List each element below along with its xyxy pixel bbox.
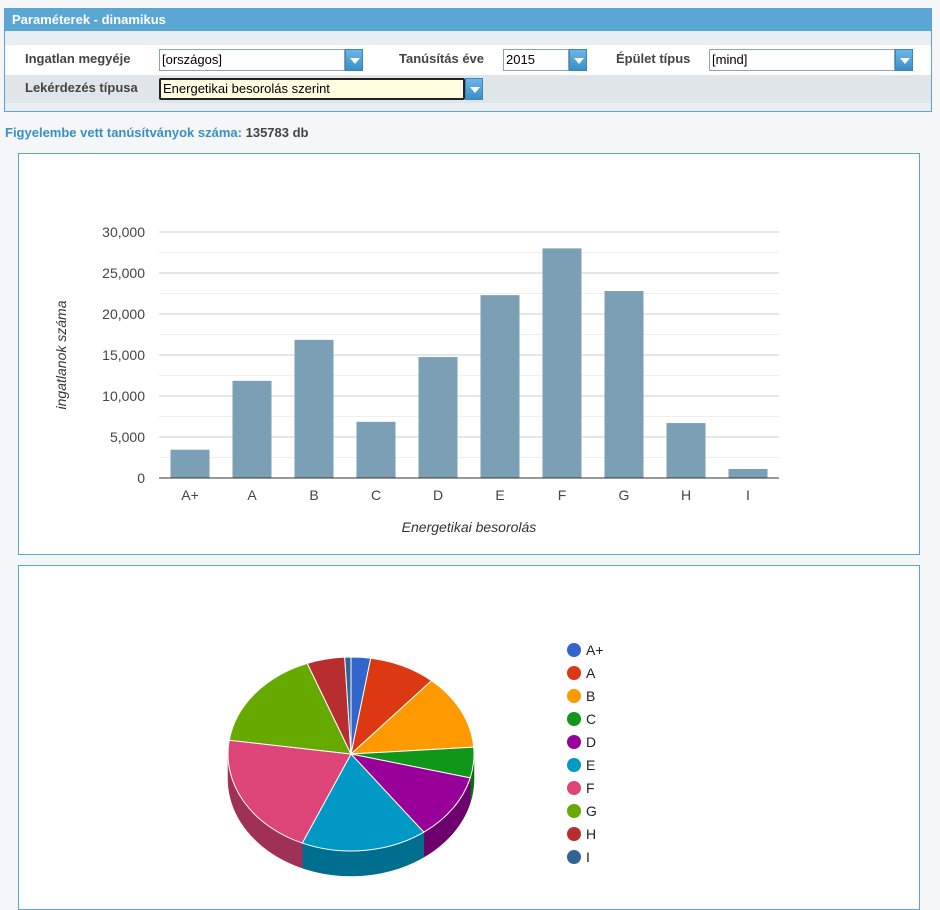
x-tick-label: B xyxy=(309,487,318,503)
legend-marker xyxy=(567,850,581,864)
legend-item-A+[interactable]: A+ xyxy=(567,642,604,658)
query-type-dropdown-button[interactable] xyxy=(465,78,483,100)
legend-item-E[interactable]: E xyxy=(567,757,595,773)
bar-F[interactable] xyxy=(542,248,582,478)
legend-label: A+ xyxy=(586,642,604,658)
x-tick-label: I xyxy=(746,487,750,503)
legend-marker xyxy=(567,735,581,749)
x-tick-label: E xyxy=(495,487,504,503)
x-tick-label: C xyxy=(371,487,381,503)
bar-chart-container: 0 5,000 10,000 15,000 20,000 25,000 30,000 A+ A B… xyxy=(18,153,920,555)
y-tick-label: 5,000 xyxy=(110,429,145,445)
legend-item-B[interactable]: B xyxy=(567,688,595,704)
panel-title: Paraméterek - dinamikus xyxy=(5,9,931,31)
legend-item-I[interactable]: I xyxy=(567,849,590,865)
legend-item-F[interactable]: F xyxy=(567,780,595,796)
legend-label: A xyxy=(586,665,596,681)
bar-chart: 0 5,000 10,000 15,000 20,000 25,000 30,000 A+ A B… xyxy=(53,224,779,535)
bar-A[interactable] xyxy=(232,380,272,478)
county-dropdown-button[interactable] xyxy=(345,49,363,71)
legend-marker xyxy=(567,804,581,818)
parameters-panel: Paraméterek - dinamikus Ingatlan megyéje… xyxy=(4,8,932,112)
bar-G[interactable] xyxy=(604,291,644,478)
legend-marker xyxy=(567,689,581,703)
certificate-count-label: Figyelembe vett tanúsítványok száma: xyxy=(5,125,242,140)
pie-chart-container: A+ A B C D E F G H I xyxy=(18,565,920,910)
y-tick-label: 10,000 xyxy=(102,388,145,404)
building-type-label: Épület típus xyxy=(616,51,691,66)
certificate-count-value: 135783 db xyxy=(245,125,309,140)
year-select[interactable]: 2015 xyxy=(503,49,569,71)
bar-B[interactable] xyxy=(294,339,334,478)
legend-marker xyxy=(567,758,581,772)
filter-row-1: Ingatlan megyéje [országos] Tanúsítás év… xyxy=(5,45,931,75)
y-tick-label: 0 xyxy=(137,470,145,486)
legend-item-A[interactable]: A xyxy=(567,665,596,681)
legend-label: F xyxy=(586,780,595,796)
query-type-select[interactable]: Energetikai besorolás szerint xyxy=(159,78,465,100)
bar-D[interactable] xyxy=(418,357,458,478)
x-tick-label: A+ xyxy=(181,487,199,503)
legend-item-C[interactable]: C xyxy=(567,711,596,727)
bar-I[interactable] xyxy=(728,468,768,478)
legend-marker xyxy=(567,666,581,680)
x-axis-title: Energetikai besorolás xyxy=(402,519,537,535)
bar-H[interactable] xyxy=(666,423,706,478)
building-type-dropdown-button[interactable] xyxy=(895,49,913,71)
legend-marker xyxy=(567,712,581,726)
county-label: Ingatlan megyéje xyxy=(25,51,131,66)
x-tick-label: D xyxy=(433,487,443,503)
bar-E[interactable] xyxy=(480,295,520,478)
legend-item-H[interactable]: H xyxy=(567,826,596,842)
county-select[interactable]: [országos] xyxy=(159,49,345,71)
legend-label: D xyxy=(586,734,596,750)
legend-label: C xyxy=(586,711,596,727)
y-tick-label: 30,000 xyxy=(102,224,145,240)
legend-label: G xyxy=(586,803,597,819)
y-tick-label: 15,000 xyxy=(102,347,145,363)
y-tick-label: 25,000 xyxy=(102,265,145,281)
legend-label: E xyxy=(586,757,595,773)
bar-C[interactable] xyxy=(356,421,396,478)
year-dropdown-button[interactable] xyxy=(569,49,587,71)
bar-A+[interactable] xyxy=(170,449,210,478)
query-type-label: Lekérdezés típusa xyxy=(25,80,138,95)
year-label: Tanúsítás éve xyxy=(399,51,485,66)
filter-row-2: Lekérdezés típusa Energetikai besorolás … xyxy=(5,75,931,103)
x-tick-label: F xyxy=(558,487,567,503)
legend-label: B xyxy=(586,688,595,704)
x-tick-label: H xyxy=(681,487,691,503)
x-tick-label: A xyxy=(247,487,257,503)
legend-item-D[interactable]: D xyxy=(567,734,596,750)
legend-item-G[interactable]: G xyxy=(567,803,597,819)
building-type-select[interactable]: [mind] xyxy=(709,49,895,71)
certificate-count: Figyelembe vett tanúsítványok száma: 135… xyxy=(5,125,308,140)
x-tick-label: G xyxy=(619,487,630,503)
y-axis-title: ingatlanok száma xyxy=(53,300,69,409)
legend-label: I xyxy=(586,849,590,865)
legend-marker xyxy=(567,781,581,795)
pie-chart: A+ ABCDEFGHI xyxy=(227,642,604,877)
legend-label: H xyxy=(586,826,596,842)
y-tick-label: 20,000 xyxy=(102,306,145,322)
legend-marker xyxy=(567,643,581,657)
legend-marker xyxy=(567,827,581,841)
